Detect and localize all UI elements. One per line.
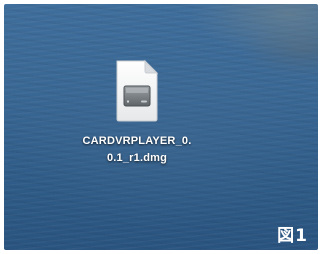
dmg-file-name[interactable]: CARDVRPLAYER_0. 0.1_r1.dmg xyxy=(64,133,210,167)
file-name-line-2: 0.1_r1.dmg xyxy=(106,152,168,164)
figure-number-label: 図1 xyxy=(277,226,308,246)
dmg-disk-image-icon xyxy=(116,59,159,122)
figure-frame: CARDVRPLAYER_0. 0.1_r1.dmg 図1 xyxy=(0,0,322,254)
file-name-line-1: CARDVRPLAYER_0. xyxy=(82,135,192,147)
dmg-file-icon[interactable] xyxy=(113,59,161,123)
desktop-background: CARDVRPLAYER_0. 0.1_r1.dmg 図1 xyxy=(4,4,318,250)
